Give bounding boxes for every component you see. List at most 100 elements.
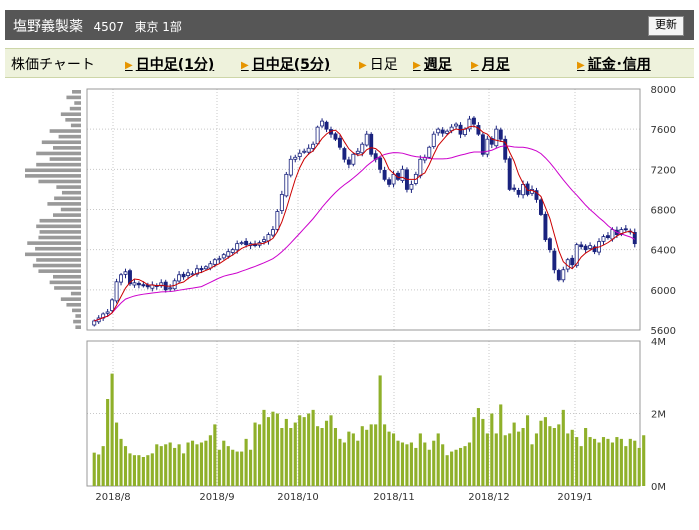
candle-up [168,287,173,290]
volume-bar [414,447,418,486]
volume-profile-bar [72,308,81,313]
volume-bar [271,411,275,486]
candle-up [212,259,217,265]
volume-bar [347,431,351,486]
refresh-button[interactable]: 更新 [648,16,684,36]
volume-bar [441,444,445,486]
volume-profile-bar [25,174,81,178]
stock-header: 塩野義製薬 4507 東京 1部 更新 [5,10,694,40]
month-tick-label: 2018/11 [373,492,415,503]
candle-down [570,257,575,266]
candle-up [293,156,298,160]
nav-link-weekly[interactable]: ▶ 週足 [413,54,452,74]
volume-bar [240,451,244,486]
volume-profile-bar [49,157,81,161]
volume-bar [450,451,454,486]
volume-bar [566,433,570,486]
volume-bar [137,455,141,486]
volume-profile-bar [38,179,81,184]
market-name: 東京 1部 [134,20,182,34]
volume-profile-bar [36,258,81,262]
volume-tick-label: 2M [651,410,666,421]
volume-bar [642,435,646,486]
candle-up [123,271,128,275]
candle-down [498,129,503,140]
candle-up [427,146,432,158]
candle-up [391,173,396,185]
nav-link-text: 証金･信用 [587,57,651,73]
nav-link-intraday-5min[interactable]: ▶ 日中足(5分) [241,54,330,74]
candle-up [400,168,405,181]
candle-down [346,159,351,165]
candle-up [454,123,459,127]
volume-profile-bar [36,162,81,167]
candle-down [382,169,387,180]
volume-profile-bar [60,207,81,212]
candle-down [632,231,637,245]
candle-up [315,126,320,145]
volume-bar [476,408,480,486]
volume-bar [266,417,271,486]
volume-bar [244,438,248,486]
volume-bar [115,422,119,486]
candle-down [543,213,548,241]
arrow-right-icon: ▶ [241,60,249,71]
nav-link-monthly[interactable]: ▶ 月足 [471,54,510,74]
volume-bar [494,433,498,486]
volume-bar [222,440,226,486]
candle-down [516,190,521,195]
candle-up [119,274,124,283]
volume-bar [106,399,110,486]
nav-link-text: 日中足(5分) [251,57,331,73]
volume-bar [517,431,521,486]
volume-bar [164,444,168,486]
volume-profile-bar [60,297,81,301]
nav-link-intraday-1min[interactable]: ▶ 日中足(1分) [125,54,214,74]
candle-up [302,150,307,153]
volume-bar [360,426,364,486]
volume-bar [499,404,503,486]
volume-bar [409,442,413,486]
nav-link-margin[interactable]: ▶ 証金･信用 [577,54,651,74]
volume-bar [597,442,601,486]
volume-bar [217,449,221,486]
volume-bar [146,455,150,486]
volume-profile-bar [53,213,81,217]
volume-profile-bar [53,146,81,150]
volume-bar [432,440,436,486]
volume-bar [155,444,159,486]
nav-link-text: 週足 [423,57,452,73]
volume-bar [320,428,324,486]
candle-down [378,157,383,170]
candle-down [605,235,610,239]
candle-down [507,158,512,190]
volume-bar [257,424,262,486]
candle-up [270,229,275,236]
volume-bar [624,446,628,486]
volume-bar [458,447,463,486]
volume-profile-bar [72,90,81,94]
volume-profile-bar [73,319,81,324]
volume-bar [204,440,208,486]
volume-bars [92,373,646,486]
candle-down [512,187,517,190]
volume-bar [226,446,230,486]
volume-bar [208,435,212,486]
volume-bar [190,440,195,486]
company-name: 塩野義製薬 [13,19,83,35]
volume-bar [92,452,96,486]
volume-bar [374,424,378,486]
candle-up [217,258,222,261]
volume-profile-bar [49,129,81,133]
candle-up [409,183,414,190]
volume-profile-bar [36,224,81,229]
volume-bar [503,435,507,486]
volume-profile-bar [74,101,81,105]
volume-bar [463,446,467,486]
volume-bar [619,438,623,486]
candle-down [387,179,392,185]
volume-bar [356,440,360,486]
volume-profile-bar [75,314,81,318]
volume-bar [101,446,105,486]
candle-down [547,238,552,251]
